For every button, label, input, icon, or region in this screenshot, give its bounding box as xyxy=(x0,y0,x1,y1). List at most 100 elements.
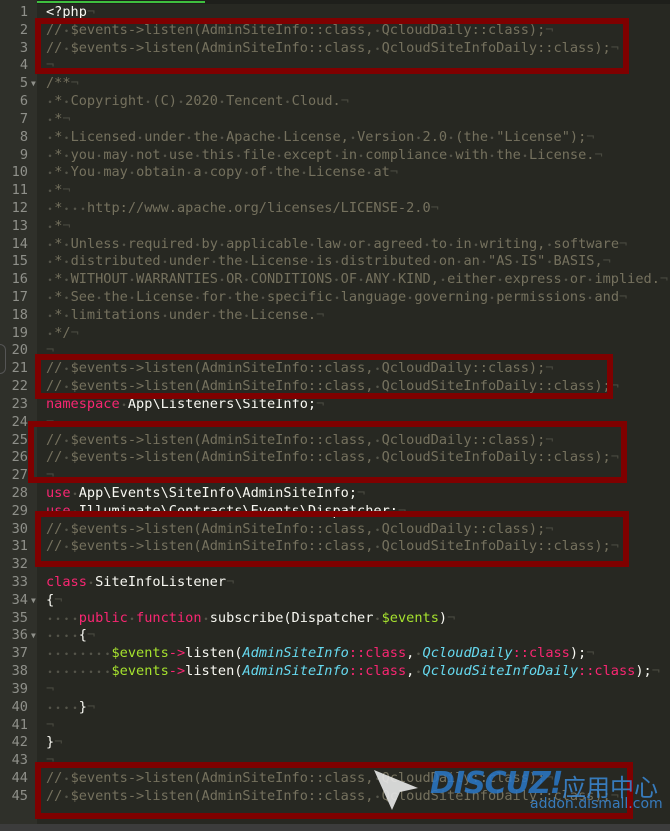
line-number: 3 xyxy=(19,39,28,56)
line-number: 40 xyxy=(11,698,28,715)
line-number: 17 xyxy=(11,289,28,305)
line-text: ¬ xyxy=(46,681,54,699)
code-token: { xyxy=(46,591,55,608)
code-line[interactable]: 40 }¬ xyxy=(0,698,670,717)
code-line[interactable]: 28 use App\Events\SiteInfo\AdminSiteInfo;… xyxy=(0,484,670,503)
line-number: 2 xyxy=(19,21,28,38)
eol-marker: ¬ xyxy=(62,217,71,234)
code-token: class xyxy=(46,574,87,590)
code-token xyxy=(127,609,137,626)
code-token: * Unless required by applicable law or a… xyxy=(46,235,619,252)
code-token: public xyxy=(78,609,128,626)
code-line[interactable]: 13 *¬ xyxy=(0,217,670,236)
highlight-box xyxy=(35,18,629,74)
eol-marker: ¬ xyxy=(46,680,55,697)
eol-marker: ¬ xyxy=(619,235,628,252)
code-line[interactable]: 15 * distributed under the License is di… xyxy=(0,253,670,271)
eol-marker: ¬ xyxy=(586,645,595,662)
code-line[interactable]: 11 *¬ xyxy=(0,182,670,200)
code-token: { xyxy=(46,627,87,644)
status-bar xyxy=(0,824,670,831)
code-token: AdminSiteInfo xyxy=(242,645,349,662)
line-text: *¬ xyxy=(46,182,71,200)
code-line[interactable]: 42}¬ xyxy=(0,734,670,752)
line-number: 28 xyxy=(11,484,28,501)
line-number: 34 xyxy=(11,591,28,608)
code-line[interactable]: 10 * You may obtain a copy of the Licens… xyxy=(0,164,670,182)
code-token: * xyxy=(46,110,62,127)
line-text: * Unless required by applicable law or a… xyxy=(46,235,628,254)
line-number: 16 xyxy=(11,271,28,288)
code-line[interactable]: 33 class SiteInfoListener¬ xyxy=(0,574,670,592)
code-line[interactable]: 16 * WITHOUT WARRANTIES OR CONDITIONS OF… xyxy=(0,271,670,289)
code-line[interactable]: 17 * See the License for the specific la… xyxy=(0,289,670,307)
line-number: 14 xyxy=(11,235,28,252)
code-editor[interactable]: 1 <?php¬ 2// $events->listen(AdminSiteInfo… xyxy=(0,4,670,806)
code-line[interactable]: 39 ¬ xyxy=(0,681,670,699)
code-line[interactable]: 19 */¬ xyxy=(0,324,670,343)
eol-marker: ¬ xyxy=(226,574,235,590)
code-token: /** xyxy=(46,75,71,92)
code-token: * Copyright (C) 2020 Tencent Cloud. xyxy=(46,93,341,110)
code-line[interactable]: 36 ▼ {¬ xyxy=(0,627,670,645)
line-number: 11 xyxy=(11,182,28,199)
code-token: listen( xyxy=(185,645,243,662)
line-number: 21 xyxy=(11,360,28,377)
line-text: *¬ xyxy=(46,110,71,129)
code-line[interactable]: 34 ▼ {¬ xyxy=(0,592,670,610)
code-token: * you may not use this file except in co… xyxy=(46,146,595,163)
code-token: QcloudSiteInfoDaily xyxy=(422,663,579,680)
code-token: * distributed under the License is distr… xyxy=(46,253,603,270)
code-token: * See the License for the specific langu… xyxy=(46,289,619,305)
line-number: 6 xyxy=(19,93,28,110)
line-number: 26 xyxy=(11,449,28,466)
line-number: 42 xyxy=(11,734,28,751)
code-line[interactable]: 37 $events->listen(AdminSiteInfo::class,… xyxy=(0,645,670,663)
eol-marker: ¬ xyxy=(619,289,628,305)
line-text: * http://www.apache.org/licenses/LICENSE… xyxy=(46,199,439,218)
line-text: public function subscribe(Dispatcher $ev… xyxy=(46,609,455,628)
line-number: 43 xyxy=(11,752,28,769)
code-line[interactable]: 12 * http://www.apache.org/licenses/LICE… xyxy=(0,199,670,218)
eol-marker: ¬ xyxy=(62,110,71,127)
code-token: , xyxy=(406,663,423,680)
eol-marker: ¬ xyxy=(70,75,79,92)
code-line[interactable]: 8 * Licensed under the Apache License, V… xyxy=(0,128,670,147)
line-number: 5 xyxy=(19,75,28,92)
eol-marker: ¬ xyxy=(586,128,595,145)
line-text: * See the License for the specific langu… xyxy=(46,289,627,307)
line-number: 10 xyxy=(11,164,28,181)
line-text: *¬ xyxy=(46,217,71,236)
code-token: function xyxy=(136,609,202,626)
code-line[interactable]: 5 ▼ /**¬ xyxy=(0,75,670,93)
eol-marker: ¬ xyxy=(602,253,611,270)
line-text: */¬ xyxy=(46,324,79,343)
code-line[interactable]: 35 public function subscribe(Dispatcher … xyxy=(0,609,670,628)
line-number: 8 xyxy=(19,128,28,145)
code-line[interactable]: 38 $events->listen(AdminSiteInfo::class,… xyxy=(0,663,670,681)
line-text: * Copyright (C) 2020 Tencent Cloud.¬ xyxy=(46,93,349,111)
code-line[interactable]: 18 * limitations under the License.¬ xyxy=(0,306,670,325)
line-number: 22 xyxy=(11,378,28,395)
code-line[interactable]: 9 * you may not use this file except in … xyxy=(0,146,670,165)
line-text: }¬ xyxy=(46,698,95,717)
code-token: $events xyxy=(111,663,169,680)
line-text: * you may not use this file except in co… xyxy=(46,146,603,165)
line-number: 33 xyxy=(11,574,28,590)
code-line[interactable]: 6 * Copyright (C) 2020 Tencent Cloud.¬ xyxy=(0,93,670,111)
line-text: * WITHOUT WARRANTIES OR CONDITIONS OF AN… xyxy=(46,271,668,289)
fold-arrow-icon[interactable]: ▼ xyxy=(31,627,36,645)
fold-arrow-icon[interactable]: ▼ xyxy=(31,592,36,610)
fold-arrow-icon[interactable]: ▼ xyxy=(31,75,36,93)
code-token: } xyxy=(46,734,55,751)
code-line[interactable]: 41 ¬ xyxy=(0,717,670,735)
code-line[interactable]: 14 * Unless required by applicable law o… xyxy=(0,235,670,254)
eol-marker: ¬ xyxy=(54,591,63,608)
line-text: {¬ xyxy=(46,592,62,610)
line-number: 4 xyxy=(19,57,28,74)
eol-marker: ¬ xyxy=(430,199,439,216)
line-number: 18 xyxy=(11,306,28,323)
code-line[interactable]: 7 *¬ xyxy=(0,110,670,129)
code-token: * http://www.apache.org/licenses/LICENSE… xyxy=(46,199,431,216)
line-number: 20 xyxy=(11,342,28,359)
